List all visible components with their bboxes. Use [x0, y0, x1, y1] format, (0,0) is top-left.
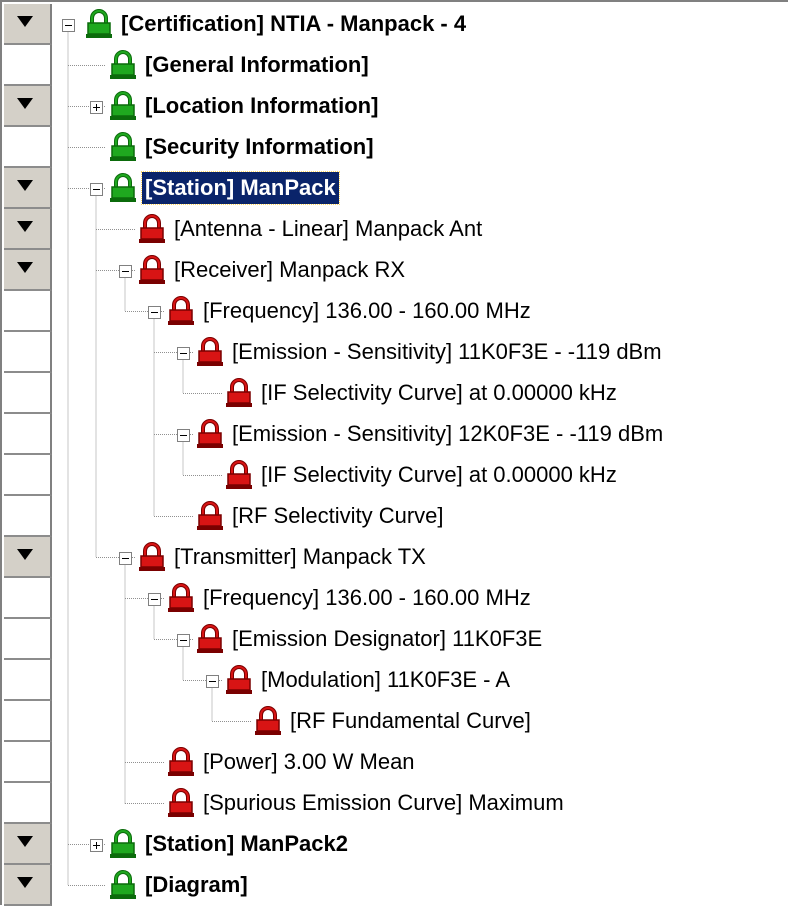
locked-red-lock-icon	[226, 378, 252, 408]
tree-node-label: [Location Information]	[145, 93, 379, 118]
locked-red-lock-icon	[197, 337, 223, 367]
tree-node-label: [Spurious Emission Curve] Maximum	[203, 790, 564, 815]
locked-red-lock-icon	[168, 788, 194, 818]
tree-node-label: [IF Selectivity Curve] at 0.00000 kHz	[261, 380, 617, 405]
locked-red-lock-icon	[197, 501, 223, 531]
tree-node-label: [Frequency] 136.00 - 160.00 MHz	[203, 298, 531, 323]
tree-node[interactable]: [Certification] NTIA - Manpack - 4	[86, 4, 469, 44]
tree-node[interactable]: [Diagram]	[110, 865, 251, 905]
tree-node-label: [General Information]	[145, 52, 369, 77]
unlocked-green-lock-icon	[110, 173, 136, 203]
tree-node-label: [Antenna - Linear] Manpack Ant	[174, 216, 483, 241]
tree-node[interactable]: [Emission - Sensitivity] 12K0F3E - -119 …	[197, 414, 666, 454]
collapse-icon[interactable]	[177, 346, 190, 360]
locked-red-lock-icon	[197, 624, 223, 654]
tree-node[interactable]: [Modulation] 11K0F3E - A	[226, 660, 513, 700]
unlocked-green-lock-icon	[110, 91, 136, 121]
tree-node[interactable]: [Antenna - Linear] Manpack Ant	[139, 209, 485, 249]
tree-node[interactable]: [Station] ManPack2	[110, 824, 351, 864]
tree-node-label: [Power] 3.00 W Mean	[203, 749, 415, 774]
tree-view[interactable]: [Certification] NTIA - Manpack - 4 [Gener…	[0, 0, 788, 907]
locked-red-lock-icon	[168, 296, 194, 326]
tree-node-label: [Certification] NTIA - Manpack - 4	[121, 11, 467, 36]
tree-node-label: [RF Selectivity Curve]	[232, 503, 444, 528]
tree-node-label: [Diagram]	[145, 872, 248, 897]
tree-node-label: [Security Information]	[145, 134, 374, 159]
tree-node[interactable]: [IF Selectivity Curve] at 0.00000 kHz	[226, 455, 620, 495]
unlocked-green-lock-icon	[110, 829, 136, 859]
collapse-icon[interactable]	[177, 428, 190, 442]
tree-node[interactable]: [Security Information]	[110, 127, 377, 167]
tree-node-label: [Emission - Sensitivity] 12K0F3E - -119 …	[232, 421, 664, 446]
locked-red-lock-icon	[139, 214, 165, 244]
tree-node-label: [Modulation] 11K0F3E - A	[261, 667, 511, 692]
tree-node[interactable]: [General Information]	[110, 45, 372, 85]
collapse-icon[interactable]	[62, 18, 75, 32]
tree-node-label: [Emission Designator] 11K0F3E	[232, 626, 543, 651]
collapse-icon[interactable]	[177, 633, 190, 647]
tree-node[interactable]: [Emission Designator] 11K0F3E	[197, 619, 545, 659]
tree-node-label: [RF Fundamental Curve]	[290, 708, 531, 733]
locked-red-lock-icon	[255, 706, 281, 736]
tree-node-label: [Station] ManPack	[141, 171, 340, 205]
collapse-icon[interactable]	[90, 182, 103, 196]
locked-red-lock-icon	[139, 255, 165, 285]
unlocked-green-lock-icon	[86, 9, 112, 39]
unlocked-green-lock-icon	[110, 870, 136, 900]
expand-icon[interactable]	[90, 838, 103, 852]
tree-node[interactable]: [Emission - Sensitivity] 11K0F3E - -119 …	[197, 332, 665, 372]
tree-node[interactable]: [RF Fundamental Curve]	[255, 701, 534, 741]
tree-node[interactable]: [RF Selectivity Curve]	[197, 496, 447, 536]
tree-node-label: [IF Selectivity Curve] at 0.00000 kHz	[261, 462, 617, 487]
tree-node-label: [Emission - Sensitivity] 11K0F3E - -119 …	[232, 339, 662, 364]
tree-node[interactable]: [Transmitter] Manpack TX	[139, 537, 429, 577]
locked-red-lock-icon	[226, 460, 252, 490]
collapse-icon[interactable]	[148, 592, 161, 606]
tree-node-label: [Station] ManPack2	[145, 831, 348, 856]
collapse-icon[interactable]	[148, 305, 161, 319]
collapse-icon[interactable]	[119, 264, 132, 278]
unlocked-green-lock-icon	[110, 50, 136, 80]
tree-node[interactable]: [Station] ManPack	[110, 168, 340, 208]
locked-red-lock-icon	[226, 665, 252, 695]
unlocked-green-lock-icon	[110, 132, 136, 162]
tree-node[interactable]: [Frequency] 136.00 - 160.00 MHz	[168, 291, 534, 331]
tree-node[interactable]: [Location Information]	[110, 86, 381, 126]
tree-node[interactable]: [Receiver] Manpack RX	[139, 250, 408, 290]
tree-node-label: [Receiver] Manpack RX	[174, 257, 406, 282]
tree-node[interactable]: [IF Selectivity Curve] at 0.00000 kHz	[226, 373, 620, 413]
collapse-icon[interactable]	[206, 674, 219, 688]
locked-red-lock-icon	[168, 747, 194, 777]
tree-node[interactable]: [Power] 3.00 W Mean	[168, 742, 418, 782]
collapse-icon[interactable]	[119, 551, 132, 565]
tree-node-label: [Frequency] 136.00 - 160.00 MHz	[203, 585, 531, 610]
locked-red-lock-icon	[139, 542, 165, 572]
tree-node[interactable]: [Frequency] 136.00 - 160.00 MHz	[168, 578, 534, 618]
tree-node[interactable]: [Spurious Emission Curve] Maximum	[168, 783, 567, 823]
expand-icon[interactable]	[90, 100, 103, 114]
tree-node-label: [Transmitter] Manpack TX	[174, 544, 426, 569]
locked-red-lock-icon	[168, 583, 194, 613]
locked-red-lock-icon	[197, 419, 223, 449]
